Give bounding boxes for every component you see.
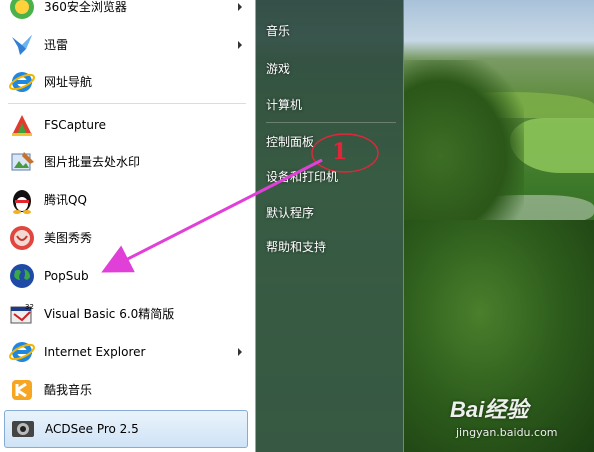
browser-360-icon [6, 0, 38, 23]
acdsee-icon [7, 413, 39, 445]
program-label: ACDSee Pro 2.5 [45, 422, 139, 436]
places-item-default-programs[interactable]: 默认程序 [266, 204, 314, 221]
watermark-logo: Bai经验 [450, 397, 529, 422]
program-label: Internet Explorer [44, 344, 146, 359]
program-label: Visual Basic 6.0精简版 [44, 307, 175, 321]
fscapture-icon [6, 109, 38, 141]
wallpaper-trees [404, 60, 524, 220]
watermark-url: jingyan.baidu.com [456, 426, 558, 439]
program-item-kuwo-music[interactable]: 酷我音乐 [4, 371, 248, 408]
program-item-visual-basic[interactable]: 32 Visual Basic 6.0精简版 [4, 295, 248, 332]
places-item-games[interactable]: 游戏 [266, 60, 290, 77]
program-item-qq[interactable]: 腾讯QQ [4, 181, 248, 218]
meitu-icon [6, 222, 38, 254]
program-item-popsub[interactable]: PopSub [4, 257, 248, 294]
svg-text:32: 32 [25, 303, 34, 311]
places-item-control-panel[interactable]: 控制面板 [266, 133, 314, 150]
qq-penguin-icon [6, 184, 38, 216]
image-tool-icon [6, 146, 38, 178]
step-number: 1 [332, 139, 348, 165]
places-item-computer[interactable]: 计算机 [266, 96, 302, 113]
program-item-meitu[interactable]: 美图秀秀 [4, 219, 248, 256]
program-item-fscapture[interactable]: FSCapture [4, 106, 248, 143]
program-item-web-navigation[interactable]: 网址导航 [4, 63, 248, 100]
places-item-devices-printers[interactable]: 设备和打印机 [266, 168, 338, 185]
program-item-internet-explorer[interactable]: Internet Explorer [4, 333, 248, 370]
places-item-music[interactable]: 音乐 [266, 22, 290, 39]
program-label: 网址导航 [44, 75, 93, 89]
kuwo-music-icon [6, 374, 38, 406]
start-menu-programs-panel: 360安全浏览器 迅雷 网址导航 FSCapture 图片批量去处水印 腾讯QQ… [0, 0, 256, 452]
program-label: PopSub [44, 268, 89, 283]
submenu-arrow-icon[interactable] [238, 347, 242, 356]
program-label: 图片批量去处水印 [44, 155, 141, 169]
ie-icon [6, 336, 38, 368]
program-item-thunder[interactable]: 迅雷 [4, 26, 248, 63]
program-label: 酷我音乐 [44, 383, 93, 397]
places-item-help-support[interactable]: 帮助和支持 [266, 238, 326, 255]
program-label: 美图秀秀 [44, 231, 93, 245]
program-label: 迅雷 [44, 38, 69, 52]
start-menu-places-panel: 音乐 游戏 计算机 控制面板 设备和打印机 默认程序 帮助和支持 [256, 0, 404, 452]
baidu-jingyan-watermark: Bai经验 jingyan.baidu.com [450, 392, 590, 448]
menu-separator [8, 103, 246, 104]
program-item-360-browser[interactable]: 360安全浏览器 [4, 0, 248, 25]
places-separator [266, 122, 396, 123]
thunder-bird-icon [6, 29, 38, 61]
ie-icon [6, 66, 38, 98]
program-label: 360安全浏览器 [44, 0, 127, 14]
program-label: FSCapture [44, 117, 107, 132]
program-item-watermark-remover[interactable]: 图片批量去处水印 [4, 143, 248, 180]
submenu-arrow-icon[interactable] [238, 2, 242, 11]
vb6-icon: 32 [6, 298, 38, 330]
submenu-arrow-icon[interactable] [238, 40, 242, 49]
program-label: 腾讯QQ [44, 193, 87, 207]
globe-icon [6, 260, 38, 292]
program-item-acdsee[interactable]: ACDSee Pro 2.5 [4, 410, 248, 448]
